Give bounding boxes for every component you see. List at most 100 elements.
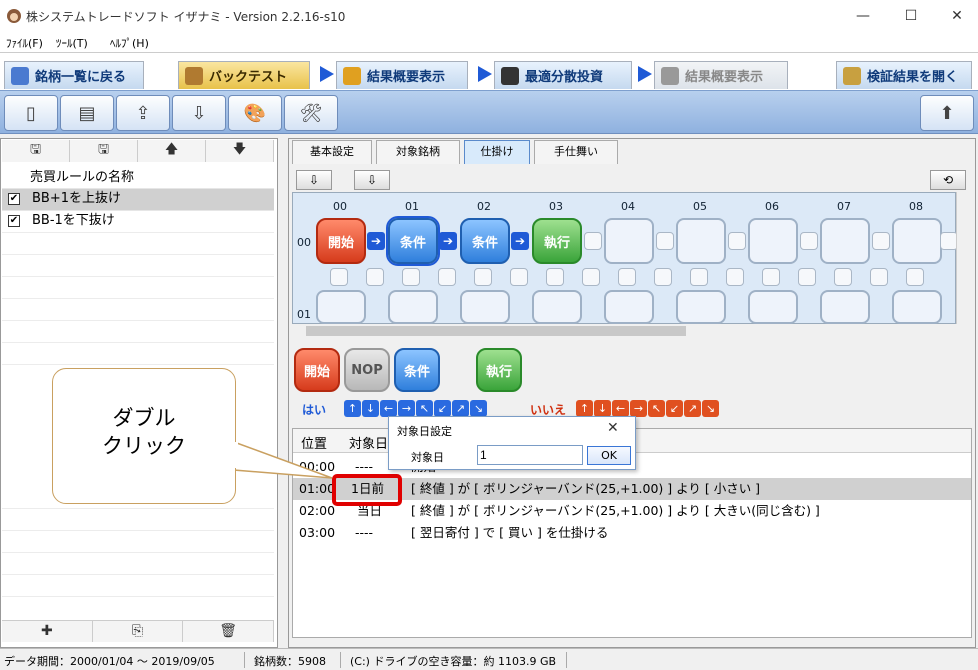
connector-slot[interactable] [870, 268, 888, 286]
tab-exit[interactable]: 手仕舞い [534, 140, 618, 164]
tab-basic-settings[interactable]: 基本設定 [292, 140, 372, 164]
flow-cell[interactable] [892, 290, 942, 324]
flow-cell[interactable] [460, 290, 510, 324]
flow-cell[interactable] [604, 218, 654, 264]
horizontal-scrollbar[interactable] [292, 324, 956, 338]
close-icon[interactable]: ✕ [607, 420, 619, 436]
flow-cell[interactable] [820, 218, 870, 264]
connector-slot[interactable] [438, 268, 456, 286]
flow-cell[interactable] [388, 290, 438, 324]
new-button[interactable]: ▯ [4, 95, 58, 131]
flow-cell[interactable] [676, 218, 726, 264]
flow-cell[interactable] [676, 290, 726, 324]
add-icon[interactable]: ✚ [2, 621, 93, 642]
backtest-tab[interactable]: バックテスト [178, 61, 310, 89]
palette-start-node[interactable]: 開始 [294, 348, 340, 392]
optimal-tab[interactable]: 最適分散投資 [494, 61, 632, 89]
palette-condition-node[interactable]: 条件 [394, 348, 440, 392]
connector-slot[interactable] [690, 268, 708, 286]
connector-slot[interactable] [618, 268, 636, 286]
rule-row[interactable]: ✔ BB+1を上抜け [2, 188, 274, 210]
flow-cell[interactable] [604, 290, 654, 324]
flow-cell[interactable] [748, 290, 798, 324]
connector-slot[interactable] [726, 268, 744, 286]
run-button[interactable]: ⬆ [920, 95, 974, 131]
connector-slot[interactable] [474, 268, 492, 286]
close-button[interactable]: ✕ [934, 0, 978, 32]
arrow-down-left-icon[interactable]: ↙ [434, 400, 451, 417]
arrow-up-left-icon[interactable]: ↖ [648, 400, 665, 417]
connector-slot[interactable] [798, 268, 816, 286]
arrow-right-icon[interactable]: → [630, 400, 647, 417]
tools-button[interactable]: 🛠 [284, 95, 338, 131]
connector-slot[interactable] [510, 268, 528, 286]
export-button[interactable]: ⇪ [116, 95, 170, 131]
flow-cell[interactable] [892, 218, 942, 264]
open-button[interactable]: ▤ [60, 95, 114, 131]
arrow-down-left-icon[interactable]: ↙ [666, 400, 683, 417]
connector-slot[interactable] [584, 232, 602, 250]
arrow-down-right-icon[interactable]: ↘ [470, 400, 487, 417]
menu-tools[interactable]: ﾂｰﾙ(T) [56, 35, 88, 51]
save-icon[interactable]: 🖫 [2, 140, 70, 162]
back-to-list-tab[interactable]: 銘柄一覧に戻る [4, 61, 144, 89]
menu-help[interactable]: ﾍﾙﾌﾟ(H) [110, 35, 149, 51]
target-date-input[interactable] [477, 445, 583, 465]
rule-checkbox[interactable]: ✔ [8, 193, 20, 205]
connector-slot[interactable] [402, 268, 420, 286]
minimize-button[interactable]: — [840, 0, 886, 32]
connector-slot[interactable] [582, 268, 600, 286]
open-verify-tab[interactable]: 検証結果を開く [836, 61, 972, 89]
rule-row[interactable]: ✔ BB-1を下抜け [2, 210, 274, 232]
palette-nop-node[interactable]: NOP [344, 348, 390, 392]
flow-export-button[interactable]: ⇩ [296, 170, 332, 190]
palette-button[interactable]: 🎨 [228, 95, 282, 131]
down-arrow-icon[interactable]: 🡇 [206, 140, 274, 162]
connector-slot[interactable] [834, 268, 852, 286]
trash-icon[interactable]: 🗑 [183, 621, 275, 642]
connector-slot[interactable] [728, 232, 746, 250]
connector-slot[interactable] [546, 268, 564, 286]
connector-slot[interactable] [762, 268, 780, 286]
flow-cell[interactable] [532, 290, 582, 324]
arrow-left-icon[interactable]: ← [612, 400, 629, 417]
flow-cell[interactable] [820, 290, 870, 324]
flow-cell[interactable] [748, 218, 798, 264]
maximize-button[interactable]: ☐ [888, 0, 934, 32]
flow-cell[interactable] [316, 290, 366, 324]
arrow-left-icon[interactable]: ← [380, 400, 397, 417]
condition-node[interactable]: 条件 [460, 218, 510, 264]
connector-slot[interactable] [656, 232, 674, 250]
connector-slot[interactable] [330, 268, 348, 286]
menu-file[interactable]: ﾌｧｲﾙ(F) [6, 35, 43, 51]
start-node[interactable]: 開始 [316, 218, 366, 264]
copy-icon[interactable]: ⎘ [93, 621, 184, 642]
arrow-right-icon[interactable]: → [398, 400, 415, 417]
arrow-up-icon[interactable]: ↑ [344, 400, 361, 417]
refresh-button[interactable]: ⟲ [930, 170, 966, 190]
palette-execute-node[interactable]: 執行 [476, 348, 522, 392]
arrow-down-icon[interactable]: ↓ [362, 400, 379, 417]
tab-entry[interactable]: 仕掛け [464, 140, 530, 164]
connector-slot[interactable] [654, 268, 672, 286]
connector-slot[interactable] [872, 232, 890, 250]
scroll-thumb[interactable] [306, 326, 686, 336]
arrow-down-icon[interactable]: ↓ [594, 400, 611, 417]
import-button[interactable]: ⇩ [172, 95, 226, 131]
results-tab[interactable]: 結果概要表示 [336, 61, 468, 89]
flow-import-button[interactable]: ⇩ [354, 170, 390, 190]
arrow-up-icon[interactable]: ↑ [576, 400, 593, 417]
rule-checkbox[interactable]: ✔ [8, 215, 20, 227]
up-arrow-icon[interactable]: 🡅 [138, 140, 206, 162]
arrow-up-right-icon[interactable]: ↗ [684, 400, 701, 417]
save-as-icon[interactable]: 🖫 [70, 140, 138, 162]
condition-node[interactable]: 条件 [386, 216, 440, 266]
ok-button[interactable]: OK [587, 446, 631, 465]
vertical-scrollbar[interactable] [956, 192, 972, 324]
execute-node[interactable]: 執行 [532, 218, 582, 264]
table-row[interactable]: 03:00 ---- [ 翌日寄付 ] で [ 買い ] を仕掛ける [293, 522, 971, 544]
arrow-up-right-icon[interactable]: ↗ [452, 400, 469, 417]
arrow-down-right-icon[interactable]: ↘ [702, 400, 719, 417]
connector-slot[interactable] [366, 268, 384, 286]
tab-target-stocks[interactable]: 対象銘柄 [376, 140, 460, 164]
